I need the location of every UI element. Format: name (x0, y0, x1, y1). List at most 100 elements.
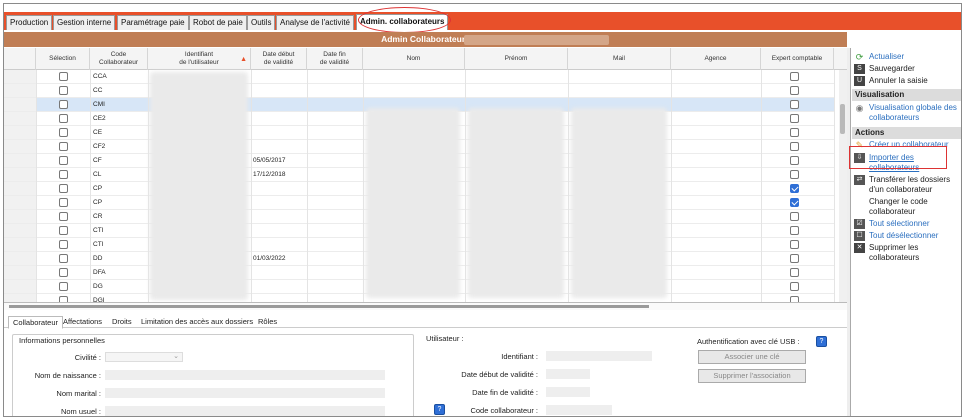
col-expert-comptable[interactable]: Expert comptable (761, 48, 834, 70)
row-header[interactable] (4, 280, 36, 293)
row-header[interactable] (4, 140, 36, 153)
row-header[interactable] (4, 196, 36, 209)
expert-checkbox[interactable] (790, 170, 799, 179)
changer-code-action[interactable]: Changer le code collaborateur (854, 197, 958, 217)
selection-checkbox[interactable] (59, 268, 68, 277)
code-cell: CE (93, 129, 103, 136)
row-header[interactable] (4, 168, 36, 181)
hscroll-thumb[interactable] (9, 305, 649, 308)
row-header[interactable] (4, 224, 36, 237)
tab-analyse-activite[interactable]: Analyse de l'activité (276, 15, 355, 30)
row-header[interactable] (4, 210, 36, 223)
selection-checkbox[interactable] (59, 226, 68, 235)
tout-selectionner-action[interactable]: ☑ Tout sélectionner (854, 219, 958, 229)
selection-checkbox[interactable] (59, 100, 68, 109)
row-header[interactable] (4, 294, 36, 302)
table-vertical-scrollbar[interactable] (839, 70, 847, 302)
col-selection[interactable]: Sélection (36, 48, 90, 70)
help-icon[interactable]: ? (434, 404, 445, 415)
expert-checkbox[interactable] (790, 296, 799, 302)
row-header[interactable] (4, 154, 36, 167)
col-code[interactable]: Code Collaborateur (90, 48, 148, 70)
supprimer-association-button[interactable]: Supprimer l'association (698, 369, 806, 383)
tab-outils[interactable]: Outils (247, 15, 276, 30)
expert-checkbox[interactable] (790, 198, 799, 207)
col-date-debut[interactable]: Date début de validité (251, 48, 307, 70)
expert-checkbox[interactable] (790, 282, 799, 291)
col-mail[interactable]: Mail (568, 48, 671, 70)
civilite-select[interactable]: ⌄ (105, 352, 183, 362)
code-collab-field[interactable] (546, 405, 612, 415)
selection-checkbox[interactable] (59, 142, 68, 151)
table-row[interactable]: CC (4, 84, 834, 98)
col-identifiant[interactable]: Identifiant de l'utilisateur ▲ (148, 48, 251, 70)
row-header[interactable] (4, 98, 36, 111)
selection-checkbox[interactable] (59, 170, 68, 179)
tab-droits[interactable]: Droits (108, 316, 136, 329)
tab-affectations[interactable]: Affectations (59, 316, 106, 329)
date-debut-field[interactable] (546, 369, 590, 379)
nom-marital-field[interactable] (105, 388, 385, 398)
row-header[interactable] (4, 182, 36, 195)
row-header[interactable] (4, 112, 36, 125)
supprimer-collaborateurs-action[interactable]: ✕ Supprimer les collaborateurs (854, 243, 958, 263)
selection-checkbox[interactable] (59, 128, 68, 137)
expert-checkbox[interactable] (790, 240, 799, 249)
nom-usuel-field[interactable] (105, 406, 385, 416)
col-nom[interactable]: Nom (363, 48, 465, 70)
expert-checkbox[interactable] (790, 100, 799, 109)
expert-checkbox[interactable] (790, 142, 799, 151)
row-header[interactable] (4, 84, 36, 97)
tab-gestion-interne[interactable]: Gestion interne (53, 15, 116, 30)
row-header[interactable] (4, 126, 36, 139)
visualisation-globale-action[interactable]: ◉ Visualisation globale des collaborateur… (854, 103, 958, 123)
tab-robot-de-paie[interactable]: Robot de paie (189, 15, 247, 30)
row-header[interactable] (4, 70, 36, 83)
transferer-dossiers-action[interactable]: ⇄ Transférer les dossiers d'un collaborat… (854, 175, 958, 195)
usb-help-icon[interactable]: ? (816, 336, 827, 347)
row-header[interactable] (4, 266, 36, 279)
col-agence[interactable]: Agence (671, 48, 761, 70)
date-fin-field[interactable] (546, 387, 590, 397)
nom-naissance-field[interactable] (105, 370, 385, 380)
selection-checkbox[interactable] (59, 254, 68, 263)
col-prenom[interactable]: Prénom (465, 48, 568, 70)
tab-roles[interactable]: Rôles (254, 316, 281, 329)
selection-checkbox[interactable] (59, 156, 68, 165)
tab-parametrage-paie[interactable]: Paramétrage paie (117, 15, 189, 30)
row-header[interactable] (4, 252, 36, 265)
selection-checkbox[interactable] (59, 282, 68, 291)
selection-checkbox[interactable] (59, 198, 68, 207)
expert-checkbox[interactable] (790, 254, 799, 263)
expert-checkbox[interactable] (790, 114, 799, 123)
selection-checkbox[interactable] (59, 296, 68, 302)
identifiant-field[interactable] (546, 351, 652, 361)
selection-checkbox[interactable] (59, 240, 68, 249)
selection-checkbox[interactable] (59, 212, 68, 221)
expert-checkbox[interactable] (790, 128, 799, 137)
tab-limitation-acces[interactable]: Limitation des accès aux dossiers (137, 316, 257, 329)
expert-checkbox[interactable] (790, 72, 799, 81)
associer-cle-button[interactable]: Associer une clé (698, 350, 806, 364)
row-header[interactable] (4, 238, 36, 251)
tab-collaborateur[interactable]: Collaborateur (8, 316, 64, 329)
table-horizontal-scrollbar[interactable] (4, 303, 847, 310)
scroll-thumb[interactable] (840, 104, 845, 134)
tout-deselectionner-action[interactable]: ☐ Tout désélectionner (854, 231, 958, 241)
sauvegarder-action[interactable]: S Sauvegarder (854, 64, 958, 74)
tab-production[interactable]: Production (6, 15, 53, 30)
expert-checkbox[interactable] (790, 212, 799, 221)
selection-checkbox[interactable] (59, 72, 68, 81)
expert-checkbox[interactable] (790, 184, 799, 193)
expert-checkbox[interactable] (790, 156, 799, 165)
table-row[interactable]: CCA (4, 70, 834, 84)
expert-checkbox[interactable] (790, 268, 799, 277)
expert-checkbox[interactable] (790, 226, 799, 235)
selection-checkbox[interactable] (59, 86, 68, 95)
selection-checkbox[interactable] (59, 184, 68, 193)
annuler-saisie-action[interactable]: U Annuler la saisie (854, 76, 958, 86)
col-date-fin[interactable]: Date fin de validité (307, 48, 363, 70)
actualiser-action[interactable]: ⟳ Actualiser (854, 52, 958, 62)
selection-checkbox[interactable] (59, 114, 68, 123)
expert-checkbox[interactable] (790, 86, 799, 95)
